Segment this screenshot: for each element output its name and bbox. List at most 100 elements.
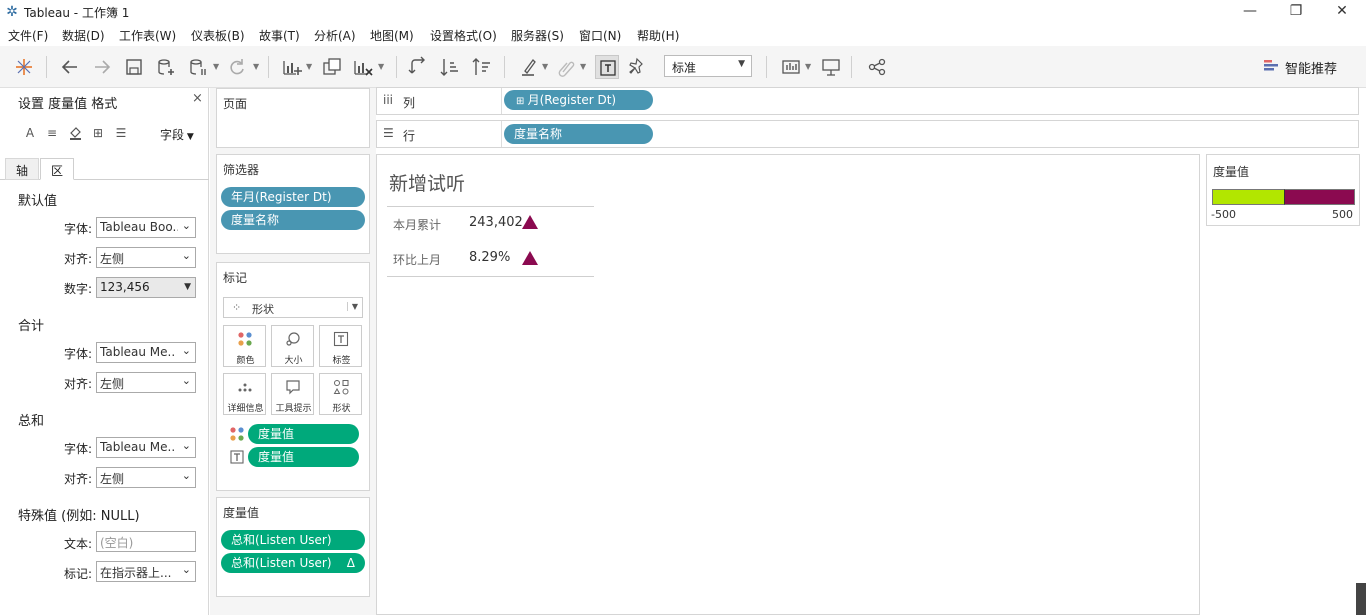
fix-axes-icon[interactable] bbox=[625, 55, 649, 79]
menu-format[interactable]: 设置格式(O) bbox=[430, 27, 497, 44]
rows-icon: ☰ bbox=[383, 126, 394, 140]
measure-value-pill[interactable]: 总和(Listen User) Δ bbox=[221, 553, 365, 573]
columns-pill[interactable]: ⊞ 月(Register Dt) bbox=[504, 90, 653, 110]
size-button[interactable]: 大小 bbox=[271, 325, 314, 367]
shading-format-icon[interactable] bbox=[67, 126, 83, 142]
filter-pill[interactable]: 年月(Register Dt) bbox=[221, 187, 365, 207]
color-legend[interactable]: 度量值 -500 500 bbox=[1206, 154, 1360, 226]
close-button[interactable]: ✕ bbox=[1319, 0, 1365, 24]
share-icon[interactable] bbox=[865, 55, 889, 79]
special-marks-select[interactable]: 在指示器上... ⌄ bbox=[96, 561, 196, 582]
shelf-divider bbox=[501, 88, 502, 114]
menu-map[interactable]: 地图(M) bbox=[370, 27, 414, 44]
marks-color-pill[interactable]: 度量值 bbox=[248, 424, 359, 444]
filter-pill[interactable]: 度量名称 bbox=[221, 210, 365, 230]
chevron-down-icon[interactable]: ▼ bbox=[378, 62, 386, 71]
new-data-source-icon[interactable] bbox=[154, 55, 178, 79]
refresh-icon[interactable] bbox=[224, 55, 248, 79]
format-pane-title: 设置 度量值 格式 bbox=[18, 97, 118, 112]
pause-updates-icon[interactable] bbox=[186, 55, 210, 79]
default-align-select[interactable]: 左侧 ⌄ bbox=[96, 247, 196, 268]
viz-row-value[interactable]: 243,402 bbox=[469, 215, 523, 230]
viz-row-value[interactable]: 8.29% bbox=[469, 250, 510, 265]
fit-select[interactable]: 标准 ▼ bbox=[664, 55, 752, 77]
chevron-down-icon[interactable]: ▼ bbox=[580, 62, 588, 71]
total-font-select[interactable]: Tableau Me.. ⌄ bbox=[96, 342, 196, 363]
menu-analysis[interactable]: 分析(A) bbox=[314, 27, 356, 44]
menu-story[interactable]: 故事(T) bbox=[259, 27, 300, 44]
tab-axis[interactable]: 轴 bbox=[5, 158, 40, 180]
lines-format-icon[interactable]: ☰ bbox=[113, 126, 129, 142]
menu-dashboard[interactable]: 仪表板(B) bbox=[191, 27, 245, 44]
filters-card[interactable]: 筛选器 年月(Register Dt) 度量名称 bbox=[216, 154, 370, 254]
color-button[interactable]: 颜色 bbox=[223, 325, 266, 367]
marks-label-pill[interactable]: 度量值 bbox=[248, 447, 359, 467]
sort-ascending-icon[interactable] bbox=[438, 55, 462, 79]
new-worksheet-icon[interactable] bbox=[280, 55, 304, 79]
grand-total-align-value: 左侧 bbox=[100, 472, 125, 486]
menu-help[interactable]: 帮助(H) bbox=[637, 27, 679, 44]
mark-type-select[interactable]: ⁘ 形状 ▼ bbox=[223, 297, 363, 318]
special-text-input[interactable]: (空白) bbox=[96, 531, 196, 552]
save-icon[interactable] bbox=[122, 55, 146, 79]
chevron-down-icon[interactable]: ▼ bbox=[542, 62, 550, 71]
tooltip-button[interactable]: 工具提示 bbox=[271, 373, 314, 415]
rows-pill[interactable]: 度量名称 bbox=[504, 124, 653, 144]
shape-button[interactable]: 形状 bbox=[319, 373, 362, 415]
undo-icon[interactable] bbox=[58, 55, 82, 79]
swap-rows-columns-icon[interactable] bbox=[406, 55, 430, 79]
tableau-home-icon[interactable] bbox=[12, 55, 36, 79]
restore-button[interactable]: ❐ bbox=[1273, 0, 1319, 24]
font-format-icon[interactable]: A bbox=[22, 126, 38, 142]
rows-shelf[interactable]: ☰ 行 度量名称 bbox=[376, 120, 1359, 148]
fields-dropdown[interactable]: 字段 ▼ bbox=[160, 126, 194, 143]
grand-total-font-value: Tableau Me.. bbox=[100, 440, 176, 454]
detail-button[interactable]: 详细信息 bbox=[223, 373, 266, 415]
show-mark-labels-icon[interactable] bbox=[595, 55, 619, 79]
chevron-down-icon[interactable]: ▼ bbox=[306, 62, 314, 71]
triangle-up-icon[interactable] bbox=[522, 251, 538, 265]
borders-format-icon[interactable]: ⊞ bbox=[90, 126, 106, 142]
clear-sheet-icon[interactable] bbox=[351, 55, 375, 79]
alignment-format-icon[interactable]: ≡ bbox=[44, 126, 60, 142]
pages-card[interactable]: 页面 bbox=[216, 88, 370, 148]
chevron-down-icon: ⌄ bbox=[181, 219, 191, 232]
group-members-icon[interactable] bbox=[554, 55, 578, 79]
grand-total-font-label: 字体: bbox=[63, 442, 92, 456]
tooltip-icon bbox=[285, 379, 301, 395]
viz-divider bbox=[387, 206, 594, 207]
close-icon[interactable]: × bbox=[192, 91, 203, 106]
chevron-down-icon[interactable]: ▼ bbox=[805, 62, 813, 71]
label-button[interactable]: 标签 bbox=[319, 325, 362, 367]
chevron-down-icon[interactable]: ▼ bbox=[213, 62, 221, 71]
presentation-mode-icon[interactable] bbox=[819, 55, 843, 79]
redo-icon[interactable] bbox=[90, 55, 114, 79]
menu-data[interactable]: 数据(D) bbox=[62, 27, 105, 44]
total-align-select[interactable]: 左侧 ⌄ bbox=[96, 372, 196, 393]
default-number-label: 数字: bbox=[63, 282, 92, 296]
columns-shelf[interactable]: iii 列 ⊞ 月(Register Dt) bbox=[376, 87, 1359, 115]
chevron-down-icon[interactable]: ▼ bbox=[253, 62, 261, 71]
show-cards-icon[interactable] bbox=[779, 55, 803, 79]
menu-window[interactable]: 窗口(N) bbox=[579, 27, 621, 44]
toolbar-separator bbox=[504, 56, 505, 78]
duplicate-sheet-icon[interactable] bbox=[320, 55, 344, 79]
tab-pane[interactable]: 区 bbox=[40, 158, 75, 180]
pages-card-title: 页面 bbox=[223, 97, 248, 111]
section-grand-total-title: 总和 bbox=[18, 414, 45, 429]
menu-server[interactable]: 服务器(S) bbox=[511, 27, 564, 44]
grand-total-font-select[interactable]: Tableau Me.. ⌄ bbox=[96, 437, 196, 458]
minimize-button[interactable]: — bbox=[1227, 0, 1273, 24]
chevron-down-icon: ▼ bbox=[184, 132, 194, 142]
measure-value-pill[interactable]: 总和(Listen User) bbox=[221, 530, 365, 550]
chevron-down-icon: ⌄ bbox=[181, 469, 191, 482]
default-font-select[interactable]: Tableau Boo.. ⌄ bbox=[96, 217, 196, 238]
menu-file[interactable]: 文件(F) bbox=[8, 27, 48, 44]
default-number-select[interactable]: 123,456 ▼ bbox=[96, 277, 196, 298]
menu-worksheet[interactable]: 工作表(W) bbox=[119, 27, 176, 44]
grand-total-align-select[interactable]: 左侧 ⌄ bbox=[96, 467, 196, 488]
highlight-icon[interactable] bbox=[516, 55, 540, 79]
detail-button-label: 详细信息 bbox=[227, 404, 264, 414]
sort-descending-icon[interactable] bbox=[470, 55, 494, 79]
triangle-up-icon[interactable] bbox=[522, 215, 538, 229]
